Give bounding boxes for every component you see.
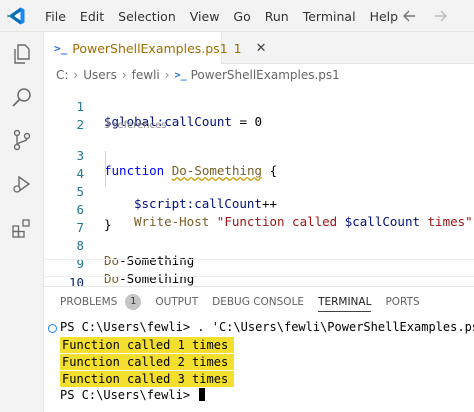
indent-guide [105, 151, 106, 169]
code-line: 3 function Do-Something { [44, 133, 474, 178]
tab-output[interactable]: OUTPUT [155, 296, 198, 312]
code-line: 7 [44, 205, 474, 235]
code-line: 6 } [44, 187, 474, 232]
terminal-line: Function called 1 times [44, 336, 235, 354]
code-editor[interactable]: 1 $global:callCount = 0 2 3 references 3… [44, 84, 474, 305]
menu-terminal[interactable]: Terminal [296, 9, 363, 24]
breadcrumb-file[interactable]: PowerShellExamples.ps1 [191, 68, 340, 82]
bottom-panel: PROBLEMS 1 OUTPUT DEBUG CONSOLE TERMINAL … [44, 286, 474, 412]
menu-file[interactable]: File [38, 9, 73, 24]
breadcrumb-drive[interactable]: C: [56, 68, 68, 82]
source-control-icon[interactable] [10, 128, 34, 152]
menu-view[interactable]: View [183, 9, 227, 24]
breadcrumb-users[interactable]: Users [83, 68, 117, 82]
chevron-right-icon: › [164, 68, 170, 82]
tab-terminal[interactable]: TERMINAL [318, 296, 372, 312]
search-icon[interactable] [10, 86, 34, 110]
menu-run[interactable]: Run [258, 9, 296, 24]
terminal-cursor [199, 388, 206, 401]
menu-selection[interactable]: Selection [111, 9, 183, 24]
tab-problem-count: 1 [233, 40, 242, 56]
tab-problems[interactable]: PROBLEMS 1 [60, 294, 142, 314]
code-line: 1 $global:callCount = 0 [44, 84, 474, 129]
terminal-prompt: PS C:\Users\fewli> [44, 387, 206, 405]
title-bar: File Edit Selection View Go Run Terminal… [0, 0, 474, 32]
powershell-icon: >_ [54, 41, 68, 55]
code-line: 4 $script:callCount++ [44, 151, 474, 211]
indent-guide [105, 169, 106, 187]
codelens-references[interactable]: 3 references [104, 120, 167, 131]
title-actions [402, 7, 448, 25]
editor-tabs: >_ PowerShellExamples.ps1 1 ✕ [44, 32, 474, 64]
back-arrow-icon[interactable] [402, 7, 418, 25]
line-number: 2 [76, 117, 84, 132]
tab-powershell-examples[interactable]: >_ PowerShellExamples.ps1 1 ✕ [44, 32, 267, 64]
problems-badge: 1 [125, 294, 142, 310]
extensions-icon[interactable] [10, 216, 34, 240]
code-line: 2 [44, 102, 474, 132]
explorer-icon[interactable] [10, 42, 34, 66]
code-line: 5 Write-Host "Function called $callCount… [44, 169, 474, 229]
menu-go[interactable]: Go [226, 9, 257, 24]
code-line-current: 10 Do-Something [44, 259, 474, 305]
menu-edit[interactable]: Edit [73, 9, 111, 24]
vscode-logo-icon [7, 7, 25, 25]
breadcrumb: C: › Users › fewli › >_ PowerShellExampl… [56, 66, 340, 84]
command-status-icon[interactable] [48, 324, 57, 333]
chevron-right-icon: › [73, 68, 79, 82]
terminal-line: Function called 3 times [44, 370, 235, 388]
chevron-right-icon: › [121, 68, 127, 82]
menu-bar: File Edit Selection View Go Run Terminal… [38, 0, 405, 32]
terminal-line: PS C:\Users\fewli> . 'C:\Users\fewli\Pow… [44, 319, 474, 337]
tab-debug-console[interactable]: DEBUG CONSOLE [212, 296, 304, 312]
forward-arrow-icon[interactable] [432, 7, 448, 25]
menu-help[interactable]: Help [363, 9, 406, 24]
code-line: 8 Do-Something [44, 223, 474, 268]
panel-tabs: PROBLEMS 1 OUTPUT DEBUG CONSOLE TERMINAL … [60, 293, 434, 315]
close-icon[interactable]: ✕ [256, 41, 267, 56]
code-line: 9 Do-Something [44, 241, 474, 286]
powershell-icon: >_ [174, 69, 187, 81]
activity-bar [0, 32, 44, 412]
tab-ports[interactable]: PORTS [385, 296, 419, 312]
terminal-line: Function called 2 times [44, 353, 235, 371]
run-debug-icon[interactable] [10, 172, 34, 196]
breadcrumb-fewli[interactable]: fewli [132, 68, 160, 82]
tab-label: PowerShellExamples.ps1 [72, 40, 228, 56]
